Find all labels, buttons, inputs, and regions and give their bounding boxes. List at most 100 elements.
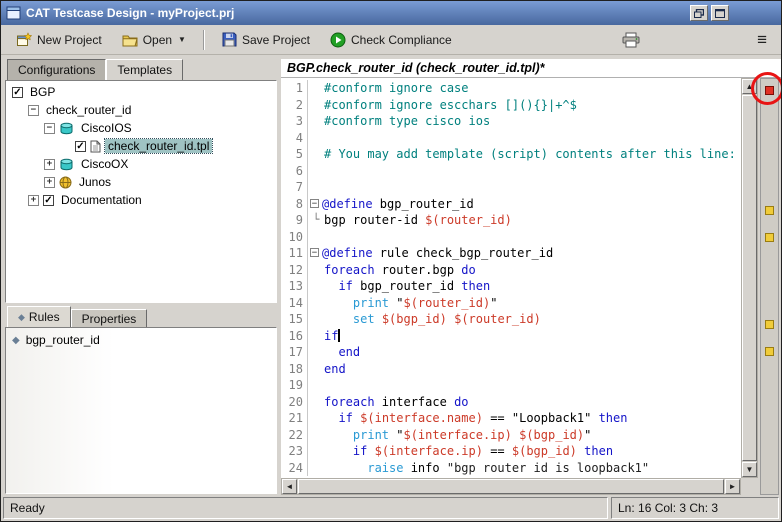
vertical-scrollbar[interactable]: ▲ ▼ [741, 78, 758, 478]
tab-configurations[interactable]: Configurations [7, 59, 106, 80]
checkbox[interactable]: ✓ [75, 141, 86, 152]
code-line[interactable]: 10 [281, 229, 741, 246]
code-line[interactable]: 11−@define rule check_bgp_router_id [281, 245, 741, 262]
fold-margin [308, 460, 324, 477]
left-bottom-tabs: ◆ Rules Properties [7, 307, 147, 327]
tree-item-label: CiscoIOS [78, 121, 135, 135]
fold-guide-icon: └ [308, 212, 324, 229]
tree-item-label: Documentation [58, 193, 145, 207]
title-bar[interactable]: CAT Testcase Design - myProject.prj [1, 1, 781, 25]
rules-list[interactable]: ◆bgp_router_id [5, 327, 277, 494]
tree-item[interactable]: + ✓ Documentation [6, 191, 276, 209]
new-project-button[interactable]: New Project [7, 28, 111, 52]
code-line[interactable]: 3#conform type cisco ios [281, 113, 741, 130]
scroll-right-icon[interactable]: ► [725, 479, 740, 494]
code-line[interactable]: 12foreach router.bgp do [281, 262, 741, 279]
code-text: print "$(interface.ip) $(bgp_id)" [324, 427, 591, 444]
config-tree[interactable]: ✓BGP−check_router_id−CiscoIOS✓check_rout… [5, 80, 277, 303]
scrollbar-corner [741, 478, 758, 495]
code-text: bgp router-id $(router_id) [324, 212, 512, 229]
menu-button[interactable]: ≡ [749, 30, 775, 50]
tab-properties[interactable]: Properties [71, 309, 148, 327]
checkbox[interactable]: ✓ [12, 87, 23, 98]
code-line[interactable]: 24 raise info "bgp router id is loopback… [281, 460, 741, 477]
window-restore-button[interactable] [690, 5, 708, 21]
tab-rules[interactable]: ◆ Rules [7, 306, 71, 327]
code-text: if $(interface.name) == "Loopback1" then [324, 410, 627, 427]
code-line[interactable]: 15 set $(bgp_id) $(router_id) [281, 311, 741, 328]
code-line[interactable]: 18 end [281, 361, 741, 378]
line-number: 15 [281, 311, 308, 328]
fold-margin [308, 361, 324, 378]
expand-toggle-icon[interactable]: − [28, 105, 39, 116]
code-line[interactable]: 7 [281, 179, 741, 196]
horizontal-scrollbar-thumb[interactable] [298, 479, 724, 494]
code-line[interactable]: 13 if bgp_router_id then [281, 278, 741, 295]
code-line[interactable]: 8−@define bgp_router_id [281, 196, 741, 213]
code-text: end [324, 361, 346, 378]
tree-item[interactable]: − CiscoIOS [6, 119, 276, 137]
yellow-marker[interactable] [765, 320, 774, 329]
code-text: foreach interface do [324, 394, 469, 411]
code-line[interactable]: 2#conform ignore escchars [](){}|+^$ [281, 97, 741, 114]
yellow-marker[interactable] [765, 206, 774, 215]
code-line[interactable]: 9└bgp router-id $(router_id) [281, 212, 741, 229]
fold-toggle-icon[interactable]: − [310, 248, 319, 257]
expand-toggle-icon[interactable]: + [44, 177, 55, 188]
code-line[interactable]: 17 end [281, 344, 741, 361]
scroll-left-icon[interactable]: ◄ [282, 479, 297, 494]
tab-templates[interactable]: Templates [106, 59, 183, 80]
line-number: 22 [281, 427, 308, 444]
rule-item[interactable]: ◆bgp_router_id [6, 331, 276, 349]
fold-margin [308, 278, 324, 295]
line-number: 5 [281, 146, 308, 163]
scroll-up-icon[interactable]: ▲ [742, 79, 757, 94]
code-line[interactable]: 21 if $(interface.name) == "Loopback1" t… [281, 410, 741, 427]
line-number: 18 [281, 361, 308, 378]
doc-icon [90, 140, 101, 153]
vertical-scrollbar-thumb[interactable] [742, 95, 757, 461]
code-line[interactable]: 20foreach interface do [281, 394, 741, 411]
print-button[interactable] [613, 28, 649, 52]
code-line[interactable]: 1#conform ignore case [281, 80, 741, 97]
code-line[interactable]: 22 print "$(interface.ip) $(bgp_id)" [281, 427, 741, 444]
fold-margin [308, 295, 324, 312]
tree-item[interactable]: +CiscoOX [6, 155, 276, 173]
code-text: #conform type cisco ios [324, 113, 490, 130]
yellow-marker[interactable] [765, 233, 774, 242]
tree-item[interactable]: ✓BGP [6, 83, 276, 101]
code-text: if bgp_router_id then [324, 278, 490, 295]
code-line[interactable]: 16if [281, 328, 741, 345]
expand-toggle-icon[interactable]: + [28, 195, 39, 206]
tree-item-label: check_router_id.tpl [105, 139, 212, 153]
code-line[interactable]: 23 if $(interface.ip) == $(bgp_id) then [281, 443, 741, 460]
yellow-marker[interactable] [765, 347, 774, 356]
line-number: 10 [281, 229, 308, 246]
check-compliance-button[interactable]: Check Compliance [321, 28, 461, 52]
red-marker[interactable] [765, 86, 774, 95]
code-line[interactable]: 6 [281, 163, 741, 180]
code-line[interactable]: 19 [281, 377, 741, 394]
tree-item[interactable]: +Junos [6, 173, 276, 191]
fold-margin [308, 130, 324, 147]
line-number: 2 [281, 97, 308, 114]
code-line[interactable]: 14 print "$(router_id)" [281, 295, 741, 312]
code-text: end [324, 344, 360, 361]
tree-item[interactable]: ✓ check_router_id.tpl [6, 137, 276, 155]
code-line[interactable]: 4 [281, 130, 741, 147]
line-number: 12 [281, 262, 308, 279]
expand-toggle-icon[interactable]: + [44, 159, 55, 170]
open-button[interactable]: Open ▼ [113, 29, 195, 51]
error-stripe[interactable] [760, 78, 779, 495]
rule-label: bgp_router_id [26, 333, 100, 347]
scroll-down-icon[interactable]: ▼ [742, 462, 757, 477]
tree-item[interactable]: −check_router_id [6, 101, 276, 119]
code-area[interactable]: 1#conform ignore case2#conform ignore es… [281, 78, 741, 478]
window-maximize-button[interactable] [711, 5, 729, 21]
fold-toggle-icon[interactable]: − [310, 199, 319, 208]
expand-toggle-icon[interactable]: − [44, 123, 55, 134]
checkbox[interactable]: ✓ [43, 195, 54, 206]
code-line[interactable]: 5# You may add template (script) content… [281, 146, 741, 163]
horizontal-scrollbar[interactable]: ◄ ► [281, 478, 741, 495]
save-project-button[interactable]: Save Project [213, 28, 319, 51]
